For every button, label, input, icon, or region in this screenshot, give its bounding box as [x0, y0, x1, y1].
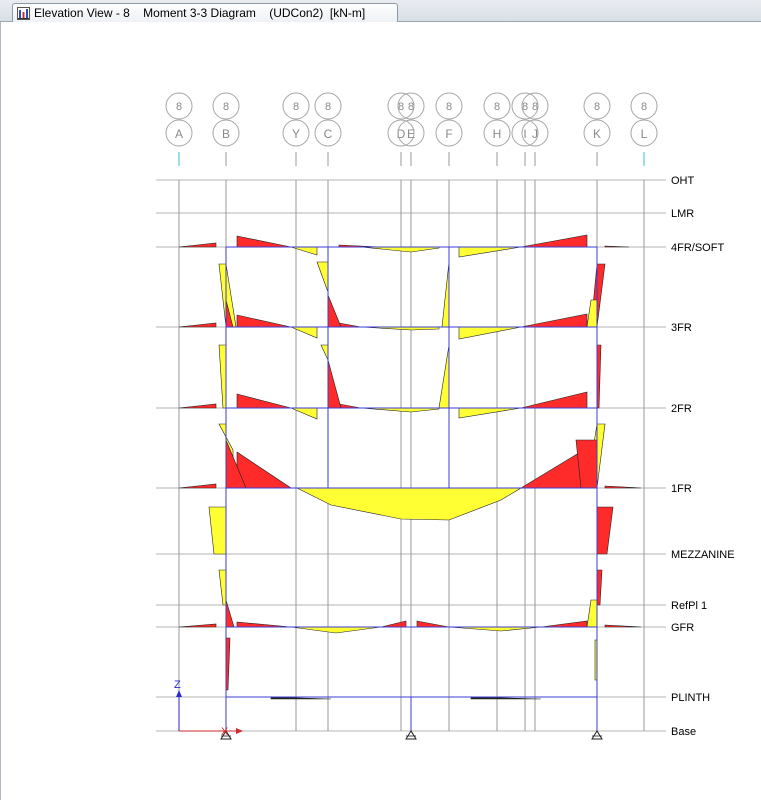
moment-shape [360, 246, 440, 253]
grid-bubble-view-label: 8 [223, 101, 229, 113]
axis-triad: ZX [174, 679, 243, 738]
moment-shape [338, 322, 362, 328]
story-label: RefPl 1 [671, 600, 707, 612]
grid-bubble-view-label: 8 [494, 101, 500, 113]
story-label: MEZZANINE [671, 549, 735, 561]
axis-x-label: X [221, 726, 229, 738]
grid-bubble-view-label: 8 [532, 101, 538, 113]
moment-shape [441, 261, 450, 328]
grid-bubble-view-label: 8 [408, 101, 414, 113]
moment-shape [236, 393, 292, 409]
moment-shape [236, 235, 292, 248]
moment-shape [290, 246, 318, 256]
grid-bubble-label: C [324, 127, 333, 141]
moment-shape [178, 483, 217, 489]
moment-shape [225, 637, 231, 691]
moment-shape [225, 599, 235, 628]
moment-shape [380, 620, 407, 628]
moment-shape [540, 620, 588, 628]
grid-bubble-label: Y [292, 127, 300, 141]
grid-bubble-label: B [222, 127, 230, 141]
moment-shape [178, 623, 217, 628]
moment-shape [290, 407, 318, 420]
moment-shape [290, 326, 318, 339]
story-label: 4FR/SOFT [671, 242, 724, 254]
moment-shape [438, 344, 450, 409]
grid-bubble-view-label: 8 [325, 101, 331, 113]
supports [220, 730, 603, 740]
moment-shapes [178, 234, 642, 700]
grid-bubble-view-label: 8 [446, 101, 452, 113]
drawing-canvas[interactable]: OHT LMR 4FR/SOFT 3FR 2FR 1FR MEZZANINE RefPl 1 G… [0, 22, 761, 800]
grid-bubble-label: E [407, 127, 415, 141]
z-axis-arrow-icon [176, 690, 182, 697]
grid-bubble-label: F [445, 127, 452, 141]
axis-z-label: Z [174, 679, 181, 691]
moment-shape [596, 344, 602, 409]
elevation-view-icon [17, 6, 30, 20]
story-label: LMR [671, 208, 694, 220]
story-label: 3FR [671, 322, 692, 334]
moment-shape [296, 487, 523, 521]
grid-bubble-view-label: 8 [594, 101, 600, 113]
moment-shape [178, 403, 217, 409]
grid-bubble-label: H [493, 127, 502, 141]
moment-shape [236, 314, 292, 328]
moment-shape [320, 344, 329, 361]
tab-elevation-view[interactable]: Elevation View - 8 Moment 3-3 Diagram (U… [12, 3, 398, 22]
moment-shape [236, 451, 292, 489]
moment-shape [448, 626, 542, 632]
grid-bubble-view-label: 8 [293, 101, 299, 113]
moment-shape [218, 344, 227, 409]
moment-shape [520, 391, 588, 409]
grid-bubble-view-label: 8 [641, 101, 647, 113]
story-label: OHT [671, 175, 695, 187]
moment-shape [327, 359, 342, 409]
story-label: Base [671, 726, 696, 738]
moment-shape [416, 620, 450, 628]
x-axis-arrow-icon [236, 728, 243, 734]
grid-bubble-label: A [175, 127, 183, 141]
moment-shape [519, 447, 588, 489]
grid-bubble-label: K [593, 127, 601, 141]
moment-shape [596, 569, 603, 606]
story-label: GFR [671, 622, 694, 634]
moment-shape [604, 485, 642, 489]
story-label: 2FR [671, 403, 692, 415]
moment-shape [178, 322, 217, 328]
moment-shape [458, 326, 522, 340]
grid-bubble-view-label: 8 [176, 101, 182, 113]
moment-shape [586, 299, 598, 328]
pin-support-icon [591, 730, 603, 740]
grid-bubbles: 8A8B8Y8C8D8E8F8H8I8J8K8L [165, 92, 658, 147]
moment-shape [520, 313, 588, 328]
moment-shape [458, 246, 522, 258]
moment-shape [218, 569, 227, 606]
tab-title: Elevation View - 8 Moment 3-3 Diagram (U… [34, 6, 366, 20]
moment-shape [290, 626, 382, 634]
moment-shape [520, 234, 588, 248]
moment-shape [208, 506, 227, 555]
moment-shape [458, 407, 522, 419]
moment-shape [327, 294, 342, 328]
moment-shape [586, 599, 598, 628]
story-label: 1FR [671, 483, 692, 495]
moment-shape [360, 407, 440, 413]
moment-shape [316, 261, 329, 293]
moment-diagram[interactable]: OHT LMR 4FR/SOFT 3FR 2FR 1FR MEZZANINE RefPl 1 G… [1, 22, 761, 800]
pin-support-icon [405, 730, 417, 740]
moment-shape [178, 242, 217, 248]
grid-bubble-label: J [532, 127, 538, 141]
moment-shape [596, 506, 614, 555]
moment-shape [338, 403, 362, 409]
story-label: PLINTH [671, 692, 710, 704]
moment-shape [604, 624, 642, 628]
document-tab-bar: Elevation View - 8 Moment 3-3 Diagram (U… [0, 0, 761, 22]
moment-shape [236, 621, 292, 628]
grid-bubble-label: L [641, 127, 648, 141]
